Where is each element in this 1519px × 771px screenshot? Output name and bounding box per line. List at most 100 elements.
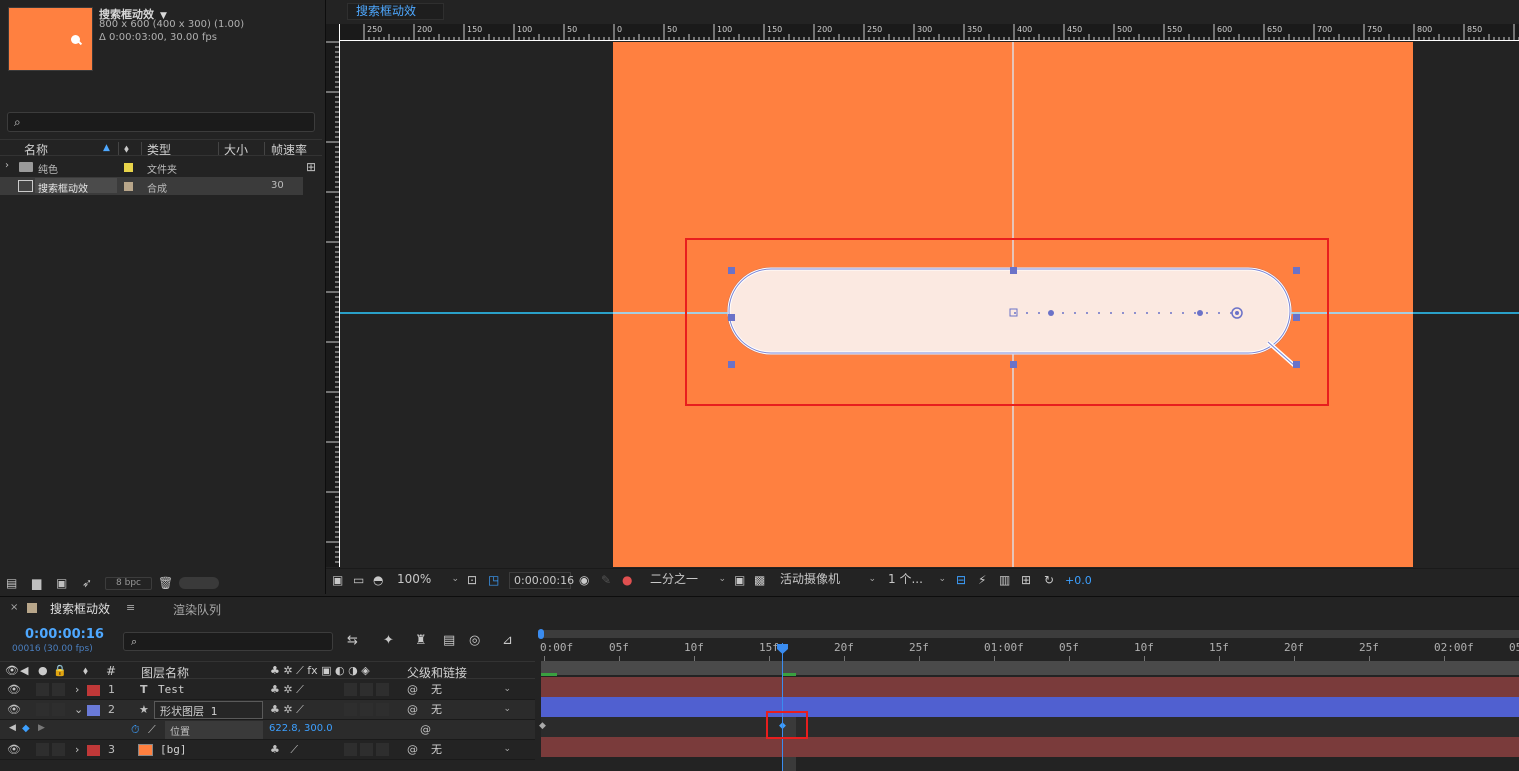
show-snapshot-icon[interactable]: ✎ bbox=[601, 573, 611, 587]
region-of-interest-icon[interactable]: ▣ bbox=[734, 573, 745, 587]
label-tag-icon[interactable]: ⬧ bbox=[124, 142, 129, 156]
frame-blending-icon[interactable]: ▤ bbox=[443, 633, 455, 648]
trash-icon[interactable]: 🗑 bbox=[158, 576, 173, 590]
audio-icon[interactable]: ◀ bbox=[20, 664, 28, 677]
lock-toggle[interactable] bbox=[52, 683, 65, 696]
thumbnail-size-slider[interactable] bbox=[179, 577, 219, 589]
label-color-swatch[interactable] bbox=[87, 705, 100, 716]
shy-layers-icon[interactable]: ♜ bbox=[415, 633, 427, 648]
column-name[interactable]: 名称 bbox=[24, 141, 48, 158]
new-comp-icon[interactable]: ▣ bbox=[56, 576, 67, 590]
switch-box[interactable] bbox=[360, 743, 373, 756]
flowchart-icon[interactable]: ⊞ bbox=[1021, 573, 1031, 587]
transparency-grid-icon[interactable]: ▩ bbox=[754, 573, 765, 587]
layer-search-input[interactable]: ⌕ bbox=[123, 632, 333, 651]
render-icon[interactable]: ➶ bbox=[82, 576, 92, 590]
layer-row-1[interactable]: 👁 › 1 T Test ♣ ✲ ⟋ @ 无 ⌄ bbox=[0, 680, 535, 700]
tab-render-queue[interactable]: 渲染队列 bbox=[173, 601, 221, 618]
chevron-right-icon[interactable]: › bbox=[5, 160, 9, 171]
menu-icon[interactable]: ≡ bbox=[126, 601, 135, 614]
close-icon[interactable]: × bbox=[10, 602, 18, 613]
project-search-input[interactable]: ⌕ bbox=[7, 112, 315, 132]
reset-exposure-icon[interactable]: ↻ bbox=[1044, 573, 1054, 587]
color-channels-icon[interactable]: ● bbox=[622, 573, 632, 587]
fit-icon[interactable]: ⊡ bbox=[467, 573, 477, 587]
project-item-folder[interactable]: › 纯色 文件夹 bbox=[0, 158, 303, 176]
column-layer-name[interactable]: 图层名称 bbox=[141, 664, 189, 681]
tab-comp[interactable]: 搜索框动效 bbox=[50, 600, 110, 617]
solo-toggle[interactable] bbox=[36, 743, 49, 756]
graph-icon[interactable]: ⟋ bbox=[148, 723, 156, 737]
layer-row-2[interactable]: 👁 ⌄ 2 ★ 形状图层 1 ♣ ✲ ⟋ @ 无 ⌄ bbox=[0, 700, 535, 720]
parent-dropdown[interactable]: 无 ⌄ bbox=[426, 742, 514, 758]
comp-flowchart-icon[interactable]: ⇆ bbox=[347, 633, 358, 648]
layer-bar-3[interactable] bbox=[541, 737, 1519, 757]
solo-icon[interactable]: ● bbox=[38, 664, 48, 677]
current-time-field[interactable]: 0:00:00:16 bbox=[509, 572, 574, 589]
switch-box[interactable] bbox=[344, 683, 357, 696]
camera-snapshot-icon[interactable]: ◉ bbox=[579, 573, 589, 587]
eye-icon[interactable]: 👁 bbox=[7, 743, 21, 756]
column-fps[interactable]: 帧速率 bbox=[271, 141, 307, 158]
switch-box[interactable] bbox=[376, 703, 389, 716]
work-area-start-handle[interactable] bbox=[538, 629, 544, 639]
project-item-comp[interactable]: 搜索框动效 合成 30 bbox=[0, 177, 303, 195]
zoom-dropdown[interactable]: 100% ⌄ bbox=[395, 572, 461, 589]
eye-icon[interactable]: 👁 bbox=[7, 683, 21, 696]
lock-icon[interactable]: 🔒 bbox=[53, 664, 67, 677]
time-ruler[interactable]: 0:00f 05f 10f 15f 20f 25f 01:00f 05f 10f 15f 20f 25… bbox=[538, 639, 1519, 662]
view-layout-dropdown[interactable]: 1 个... ⌄ bbox=[886, 572, 948, 589]
label-color-swatch[interactable] bbox=[87, 685, 100, 696]
graph-editor-icon[interactable]: ⊿ bbox=[502, 633, 513, 648]
label-color-swatch[interactable] bbox=[124, 163, 133, 172]
bit-depth-button[interactable]: 8 bpc bbox=[105, 577, 152, 590]
keyframe-diamond-icon[interactable]: ◆ bbox=[22, 723, 30, 734]
property-row-position[interactable]: ◀ ◆ ▶ ⏱ ⟋ 位置 622.8, 300.0 @ bbox=[0, 720, 535, 740]
switch-box[interactable] bbox=[376, 743, 389, 756]
solo-toggle[interactable] bbox=[36, 683, 49, 696]
switch-box[interactable] bbox=[344, 743, 357, 756]
exposure-value[interactable]: +0.0 bbox=[1065, 574, 1092, 587]
column-size[interactable]: 大小 bbox=[224, 141, 248, 158]
label-color-swatch[interactable] bbox=[87, 745, 100, 756]
layer-bar-1[interactable] bbox=[541, 677, 1519, 697]
layer-name[interactable]: 形状图层 1 bbox=[160, 703, 217, 719]
new-folder-icon[interactable]: ▆ bbox=[32, 576, 41, 590]
switch-box[interactable] bbox=[376, 683, 389, 696]
fast-preview-icon[interactable]: ⚡ bbox=[978, 573, 986, 587]
layer-switches[interactable]: ♣ ⟋ bbox=[270, 743, 298, 757]
draft-3d-icon[interactable]: ✦ bbox=[383, 633, 394, 648]
pickwhip-icon[interactable]: @ bbox=[407, 743, 418, 756]
layer-bar-2[interactable] bbox=[541, 697, 1519, 717]
label-tag-icon[interactable]: ⬧ bbox=[83, 664, 88, 678]
viewer-tab[interactable]: 搜索框动效 bbox=[347, 3, 444, 20]
property-value[interactable]: 622.8, 300.0 bbox=[269, 723, 333, 734]
resolution-dropdown[interactable]: 二分之一 ⌄ bbox=[648, 572, 728, 589]
column-type[interactable]: 类型 bbox=[147, 141, 171, 158]
keyframe-diamond-icon[interactable]: ◆ bbox=[539, 721, 546, 731]
mask-icon[interactable]: ◓ bbox=[373, 573, 383, 587]
prev-keyframe-icon[interactable]: ◀ bbox=[9, 723, 16, 733]
layer-row-3[interactable]: 👁 › 3 [bg] ♣ ⟋ @ 无 ⌄ bbox=[0, 740, 535, 760]
stopwatch-icon[interactable]: ⏱ bbox=[131, 723, 140, 737]
pickwhip-icon[interactable]: @ bbox=[420, 723, 431, 736]
layer-name[interactable]: [bg] bbox=[160, 743, 187, 756]
motion-blur-icon[interactable]: ◎ bbox=[469, 633, 480, 648]
timeline-tracks[interactable]: 0:00f 05f 10f 15f 20f 25f 01:00f 05f 10f 15f 20f 25… bbox=[538, 627, 1519, 771]
camera-dropdown[interactable]: 活动摄像机 ⌄ bbox=[778, 572, 878, 589]
lock-toggle[interactable] bbox=[52, 703, 65, 716]
chevron-down-icon[interactable]: ⌄ bbox=[74, 703, 83, 716]
flowchart-icon[interactable]: ⊞ bbox=[306, 160, 316, 174]
next-keyframe-icon[interactable]: ▶ bbox=[38, 723, 45, 733]
solo-toggle[interactable] bbox=[36, 703, 49, 716]
column-parent[interactable]: 父级和链接 bbox=[407, 664, 467, 681]
monitor-icon[interactable]: ▭ bbox=[353, 573, 364, 587]
layer-switches[interactable]: ♣ ✲ ⟋ bbox=[270, 683, 304, 697]
eye-icon[interactable]: 👁 bbox=[7, 703, 21, 716]
timeline-icon[interactable]: ▥ bbox=[999, 573, 1010, 587]
parent-dropdown[interactable]: 无 ⌄ bbox=[426, 682, 514, 698]
pickwhip-icon[interactable]: @ bbox=[407, 683, 418, 696]
pixel-aspect-icon[interactable]: ⊟ bbox=[956, 573, 966, 587]
switch-box[interactable] bbox=[344, 703, 357, 716]
work-area-bar[interactable] bbox=[538, 630, 1519, 638]
